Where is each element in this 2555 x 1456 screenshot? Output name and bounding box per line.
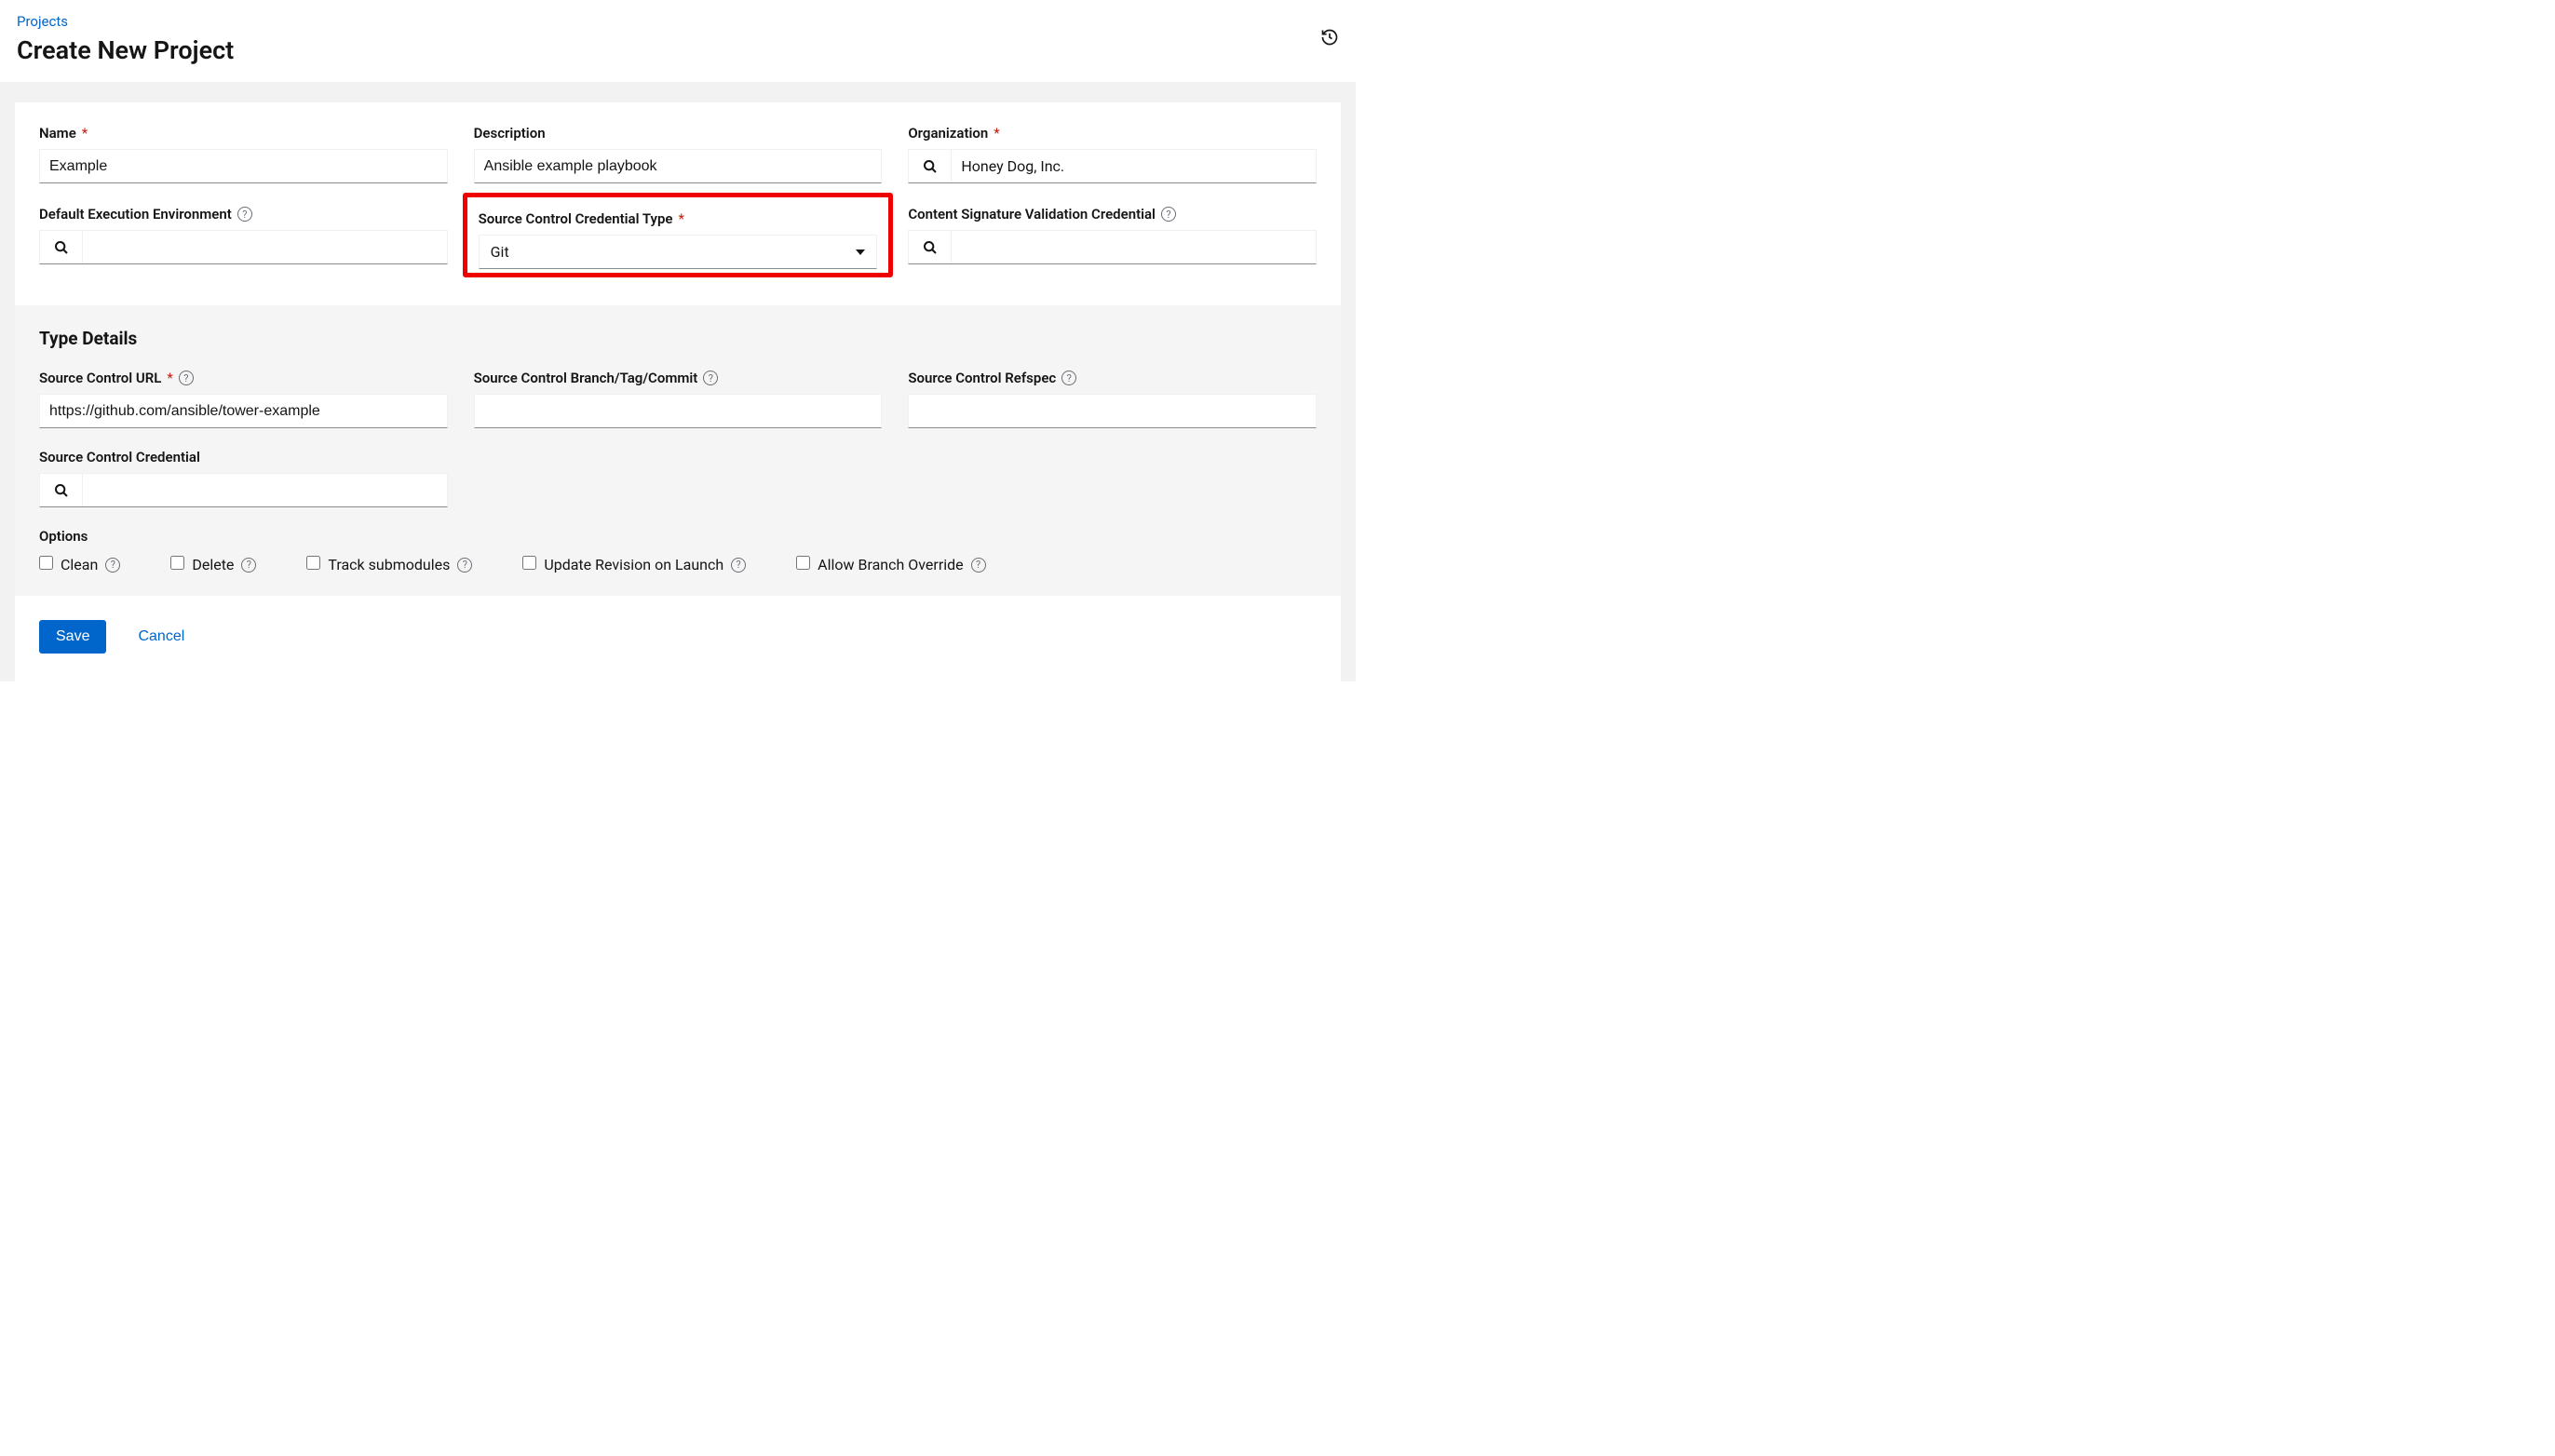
content-sig-group: Content Signature Validation Credential … [908, 206, 1317, 274]
option-track-label: Track submodules [328, 556, 450, 573]
sc-refspec-group: Source Control Refspec ? [908, 370, 1317, 428]
exec-env-lookup[interactable] [39, 230, 448, 264]
organization-group: Organization * Honey Dog, Inc. [908, 125, 1317, 183]
search-icon[interactable] [909, 231, 952, 263]
name-label: Name [39, 125, 76, 142]
option-clean[interactable]: Clean ? [39, 556, 120, 573]
history-icon[interactable] [1320, 13, 1339, 47]
page-header: Projects Create New Project [0, 0, 1356, 82]
option-clean-label: Clean [61, 556, 98, 573]
exec-env-group: Default Execution Environment ? [39, 206, 448, 274]
help-icon[interactable]: ? [457, 558, 472, 573]
search-icon[interactable] [40, 231, 83, 263]
option-allow[interactable]: Allow Branch Override ? [796, 556, 986, 573]
search-icon[interactable] [909, 150, 952, 182]
sc-branch-input[interactable] [474, 394, 883, 428]
options-title: Options [39, 528, 1317, 545]
breadcrumb[interactable]: Projects [17, 13, 234, 30]
sc-cred-label: Source Control Credential [39, 449, 200, 465]
required-indicator: * [994, 125, 999, 142]
help-icon[interactable]: ? [1061, 371, 1076, 385]
scc-type-value: Git [491, 243, 509, 261]
sc-branch-group: Source Control Branch/Tag/Commit ? [474, 370, 883, 428]
name-group: Name * [39, 125, 448, 183]
option-allow-checkbox[interactable] [796, 556, 810, 570]
required-indicator: * [678, 210, 683, 227]
organization-lookup[interactable]: Honey Dog, Inc. [908, 149, 1317, 183]
description-input[interactable] [474, 149, 883, 183]
option-delete[interactable]: Delete ? [170, 556, 256, 573]
content-sig-value [952, 231, 1316, 263]
help-icon[interactable]: ? [105, 558, 120, 573]
chevron-down-icon [856, 249, 865, 255]
help-icon[interactable]: ? [971, 558, 986, 573]
options-row: Clean ? Delete ? Track submodules ? [39, 556, 1317, 573]
option-delete-checkbox[interactable] [170, 556, 184, 570]
option-allow-label: Allow Branch Override [818, 556, 964, 573]
help-icon[interactable]: ? [731, 558, 746, 573]
sc-refspec-label: Source Control Refspec [908, 370, 1056, 386]
form-footer: Save Cancel [15, 596, 1341, 681]
sc-url-label: Source Control URL [39, 370, 161, 386]
required-indicator: * [82, 125, 88, 142]
exec-env-value [83, 231, 447, 263]
sc-url-input[interactable] [39, 394, 448, 428]
search-icon[interactable] [40, 474, 83, 506]
scc-type-group-highlight: Source Control Credential Type * Git [463, 193, 894, 277]
sc-refspec-input[interactable] [908, 394, 1317, 428]
type-details-title: Type Details [39, 328, 1317, 349]
option-update[interactable]: Update Revision on Launch ? [522, 556, 746, 573]
save-button[interactable]: Save [39, 620, 106, 654]
sc-branch-label: Source Control Branch/Tag/Commit [474, 370, 698, 386]
help-icon[interactable]: ? [703, 371, 718, 385]
required-indicator: * [167, 370, 172, 386]
sc-url-group: Source Control URL * ? [39, 370, 448, 428]
content-sig-lookup[interactable] [908, 230, 1317, 264]
option-update-checkbox[interactable] [522, 556, 536, 570]
content-sig-label: Content Signature Validation Credential [908, 206, 1156, 222]
option-update-label: Update Revision on Launch [544, 556, 723, 573]
help-icon[interactable]: ? [179, 371, 194, 385]
option-clean-checkbox[interactable] [39, 556, 53, 570]
description-label: Description [474, 125, 546, 142]
scc-type-label: Source Control Credential Type [479, 210, 673, 227]
help-icon[interactable]: ? [1161, 207, 1176, 222]
organization-value: Honey Dog, Inc. [952, 150, 1316, 182]
option-delete-label: Delete [192, 556, 234, 573]
description-group: Description [474, 125, 883, 183]
cancel-button[interactable]: Cancel [138, 628, 184, 645]
type-details-section: Type Details Source Control URL * ? Sour… [15, 305, 1341, 596]
option-track-checkbox[interactable] [306, 556, 320, 570]
help-icon[interactable]: ? [241, 558, 256, 573]
name-input[interactable] [39, 149, 448, 183]
sc-cred-lookup[interactable] [39, 473, 448, 507]
form-card: Name * Description Organization [15, 102, 1341, 681]
help-icon[interactable]: ? [237, 207, 252, 222]
option-track[interactable]: Track submodules ? [306, 556, 472, 573]
organization-label: Organization [908, 125, 988, 142]
sc-cred-value [83, 474, 447, 506]
exec-env-label: Default Execution Environment [39, 206, 232, 222]
page-title: Create New Project [17, 35, 234, 65]
sc-cred-group: Source Control Credential [39, 449, 448, 507]
scc-type-select[interactable]: Git [479, 235, 878, 269]
